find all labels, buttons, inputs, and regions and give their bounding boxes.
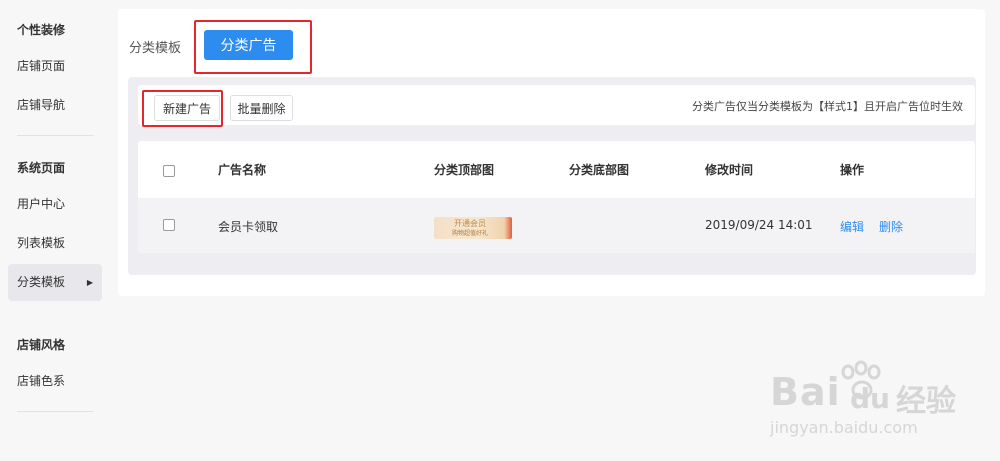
table-row: 会员卡领取 开通会员 购物超值好礼 2019/09/24 14:01 编辑 删除 [138, 198, 975, 253]
sidebar-item-store-colors[interactable]: 店铺色系 [8, 363, 102, 400]
column-header-bottom-image: 分类底部图 [569, 163, 630, 177]
sidebar-item-user-center[interactable]: 用户中心 [8, 186, 102, 223]
top-image-thumbnail: 开通会员 购物超值好礼 [434, 217, 512, 239]
notice-text: 分类广告仅当分类模板为【样式1】且开启广告位时生效 [692, 100, 963, 113]
sidebar: 个性装修 店铺页面 店铺导航 系统页面 用户中心 列表模板 分类模板 ▶ 店铺风… [0, 0, 110, 461]
sidebar-divider [17, 411, 93, 412]
sidebar-item-label: 分类模板 [17, 275, 66, 289]
ads-table: 广告名称 分类顶部图 分类底部图 修改时间 操作 会员卡领取 开通会员 购物超值… [138, 141, 975, 253]
tab-category-template[interactable]: 分类模板 [129, 37, 181, 56]
highlight-box [194, 20, 312, 74]
watermark-brand-tail: du [850, 382, 890, 415]
watermark-brand: Bai [770, 370, 841, 414]
row-checkbox[interactable] [163, 219, 175, 231]
sidebar-item-label: 列表模板 [17, 236, 66, 250]
sidebar-item-label: 店铺导航 [17, 98, 66, 112]
sidebar-item-category-template[interactable]: 分类模板 ▶ [8, 264, 102, 301]
sidebar-group-title-system: 系统页面 [17, 161, 66, 175]
select-all-checkbox[interactable] [163, 165, 175, 177]
column-header-actions: 操作 [840, 163, 865, 177]
ads-panel: 新建广告 批量删除 分类广告仅当分类模板为【样式1】且开启广告位时生效 广告名称… [128, 77, 976, 275]
column-header-name: 广告名称 [218, 163, 267, 177]
batch-delete-button[interactable]: 批量删除 [230, 95, 293, 121]
modified-time: 2019/09/24 14:01 [705, 218, 813, 232]
highlight-box [142, 90, 223, 127]
sidebar-item-store-nav[interactable]: 店铺导航 [8, 87, 102, 124]
sidebar-item-label: 店铺页面 [17, 59, 66, 73]
table-header: 广告名称 分类顶部图 分类底部图 修改时间 操作 [138, 141, 975, 198]
delete-link[interactable]: 删除 [879, 218, 903, 235]
caret-right-icon: ▶ [86, 278, 93, 287]
toolbar: 新建广告 批量删除 分类广告仅当分类模板为【样式1】且开启广告位时生效 [138, 85, 975, 125]
sidebar-group-title-decoration: 个性装修 [17, 23, 66, 37]
watermark-url: jingyan.baidu.com [770, 418, 918, 437]
main-card: 分类模板 分类广告 新建广告 批量删除 分类广告仅当分类模板为【样式1】且开启广… [118, 9, 985, 296]
baidu-jingyan-watermark: Bai du 经验 jingyan.baidu.com [768, 360, 998, 450]
sidebar-group-title-style: 店铺风格 [17, 338, 66, 352]
sidebar-item-label: 用户中心 [17, 197, 66, 211]
sidebar-divider [17, 135, 93, 136]
sidebar-item-list-template[interactable]: 列表模板 [8, 225, 102, 262]
thumbnail-subtitle: 购物超值好礼 [452, 230, 489, 237]
sidebar-item-label: 店铺色系 [17, 374, 66, 388]
column-header-modified: 修改时间 [705, 163, 754, 177]
column-header-top-image: 分类顶部图 [434, 163, 495, 177]
watermark-cn: 经验 [896, 384, 956, 419]
ad-name: 会员卡领取 [218, 220, 279, 234]
edit-link[interactable]: 编辑 [840, 218, 864, 235]
sidebar-item-store-pages[interactable]: 店铺页面 [8, 48, 102, 85]
